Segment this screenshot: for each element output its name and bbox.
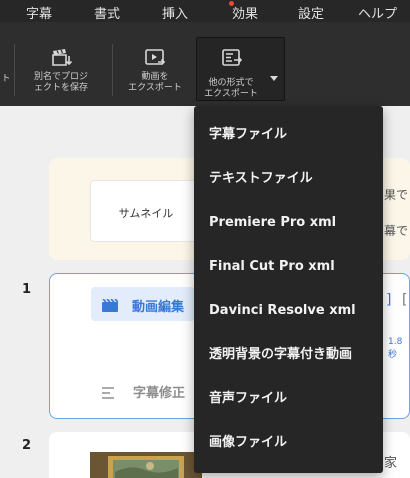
export-image-file-item[interactable]: 画像ファイル (194, 421, 383, 465)
menu-insert[interactable]: 挿入 (162, 3, 188, 22)
thumbnail-label: サムネイル (118, 207, 174, 220)
toolbar-divider (112, 44, 113, 96)
export-transparent-video-item[interactable]: 透明背景の字幕付き動画 (194, 333, 383, 377)
video-edit-label: 動画編集 (132, 300, 185, 315)
partial-button-label: ト (1, 74, 11, 84)
menu-settings[interactable]: 設定 (298, 3, 324, 22)
export-subtitle-file-item[interactable]: 字幕ファイル (194, 113, 383, 157)
caret-down-icon (270, 66, 278, 85)
row-number: 2 (22, 438, 32, 453)
menu-effects[interactable]: 効果 (232, 3, 258, 22)
save-as-label: 別名でプロジ ェクトを保存 (33, 72, 88, 93)
toolbar: ト 別名でプロジ ェクトを保存 動画を エクスポート 他の形式で エクスポート (0, 22, 410, 106)
duration-fragment: 1.8秒 (388, 337, 403, 360)
other-format-export-button[interactable]: 他の形式で エクスポート (196, 37, 285, 101)
export-video-button[interactable]: 動画を エクスポート (122, 44, 188, 100)
subtitle-fix-label[interactable]: 字幕修正 (133, 382, 185, 401)
bracket-fragment: ] (386, 292, 392, 308)
export-format-dropdown: 字幕ファイル テキストファイル Premiere Pro xml Final C… (194, 106, 383, 473)
export-finalcut-xml-item[interactable]: Final Cut Pro xml (194, 245, 383, 289)
other-export-label: 他の形式で エクスポート (204, 78, 258, 99)
save-as-project-button[interactable]: 別名でプロジ ェクトを保存 (26, 44, 96, 100)
bracket-fragment: [ (402, 292, 408, 308)
export-text-file-item[interactable]: テキストファイル (194, 157, 383, 201)
export-document-icon (221, 48, 243, 72)
banner-text-fragment: 果で (384, 188, 409, 202)
film-icon (102, 297, 119, 316)
export-video-icon (144, 48, 166, 72)
row-number: 1 (22, 282, 32, 297)
thumbnail-button[interactable]: サムネイル (90, 180, 202, 242)
export-davinci-xml-item[interactable]: Davinci Resolve xml (194, 289, 383, 333)
menu-format[interactable]: 書式 (94, 3, 120, 22)
toolbar-divider (14, 44, 15, 96)
export-video-label: 動画を エクスポート (128, 72, 182, 93)
toolbar-partial-button[interactable]: ト (0, 74, 12, 86)
row-text-fragment: 家 (384, 456, 398, 471)
subtitle-lines-icon (102, 384, 116, 403)
export-audio-file-item[interactable]: 音声ファイル (194, 377, 383, 421)
video-edit-tab[interactable]: 動画編集 (91, 287, 195, 321)
menu-help[interactable]: ヘルプ (358, 3, 397, 22)
clapperboard-save-icon (51, 48, 73, 72)
menu-bar: 字幕 書式 挿入 効果 設定 ヘルプ (0, 0, 410, 22)
clip-thumbnail-image (90, 452, 202, 478)
export-premiere-xml-item[interactable]: Premiere Pro xml (194, 201, 383, 245)
menu-subtitles[interactable]: 字幕 (26, 3, 52, 22)
banner-text-fragment: 幕で (384, 224, 409, 238)
